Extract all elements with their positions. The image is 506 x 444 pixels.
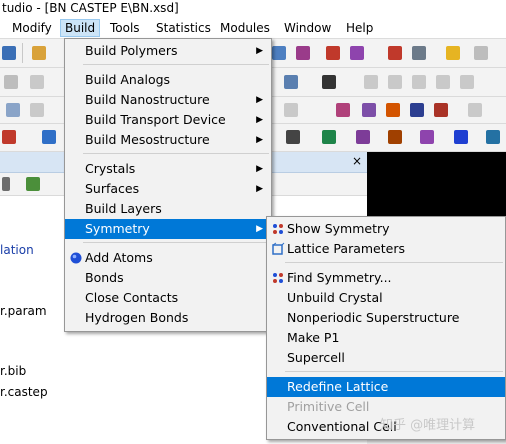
menu-item-build-polymers[interactable]: Build Polymers ▶ — [65, 41, 271, 61]
structure-viewport[interactable] — [367, 152, 506, 222]
build-menu: Build Polymers ▶ Build Analogs Build Nano… — [64, 38, 272, 332]
select-icon[interactable] — [364, 75, 378, 89]
edit-icon[interactable] — [30, 75, 44, 89]
menu-item-crystals[interactable]: Crystals ▶ — [65, 159, 271, 179]
menu-build[interactable]: Build — [60, 19, 101, 37]
menu-modules[interactable]: Modules — [216, 20, 274, 36]
analysis-icon[interactable] — [486, 130, 500, 144]
calc-icon[interactable] — [2, 130, 16, 144]
zoom-icon[interactable] — [272, 46, 286, 60]
menu-separator — [285, 371, 503, 372]
menu-item-supercell[interactable]: Supercell — [267, 348, 505, 368]
menu-separator — [83, 153, 269, 154]
measure-icon[interactable] — [460, 75, 474, 89]
menu-item-hydrogen-bonds[interactable]: Hydrogen Bonds — [65, 308, 271, 328]
menu-item-build-nanostructure[interactable]: Build Nanostructure ▶ — [65, 90, 271, 110]
menu-separator — [83, 242, 269, 243]
menu-item-symmetry[interactable]: Symmetry ▶ — [65, 219, 271, 239]
menu-item-redefine-lattice[interactable]: Redefine Lattice — [267, 377, 505, 397]
atom-tool-icon[interactable] — [6, 103, 20, 117]
search-icon[interactable] — [388, 75, 402, 89]
menu-item-make-p1[interactable]: Make P1 — [267, 328, 505, 348]
refresh-icon[interactable] — [474, 46, 488, 60]
cluster-icon[interactable] — [362, 103, 376, 117]
tree-item[interactable]: lation — [0, 243, 34, 257]
tree-item[interactable]: r.bib — [0, 364, 26, 378]
grid-icon[interactable] — [284, 75, 298, 89]
orbital-icon[interactable] — [386, 103, 400, 117]
translate-icon[interactable] — [412, 75, 426, 89]
menu-item-build-layers[interactable]: Build Layers — [65, 199, 271, 219]
symmetry-submenu: Show Symmetry Lattice Parameters Find Sy… — [266, 216, 506, 440]
back-icon[interactable] — [468, 103, 482, 117]
menu-item-unbuild-crystal[interactable]: Unbuild Crystal — [267, 288, 505, 308]
menu-item-build-transport-device[interactable]: Build Transport Device ▶ — [65, 110, 271, 130]
menu-item-close-contacts[interactable]: Close Contacts — [65, 288, 271, 308]
function-icon[interactable] — [322, 75, 336, 89]
rotate-icon[interactable] — [436, 75, 450, 89]
toolbar-separator — [22, 43, 23, 63]
menu-statistics[interactable]: Statistics — [152, 20, 215, 36]
menu-item-find-symmetry[interactable]: Find Symmetry... — [267, 268, 505, 288]
collapse-icon[interactable] — [2, 177, 10, 191]
gaussian-icon[interactable] — [286, 130, 300, 144]
reflex-icon[interactable] — [420, 130, 434, 144]
play-icon[interactable] — [4, 75, 18, 89]
move-icon[interactable] — [296, 46, 310, 60]
module-icon[interactable] — [42, 130, 56, 144]
book-icon[interactable] — [26, 177, 40, 191]
menu-window[interactable]: Window — [280, 20, 335, 36]
symmetry-icon — [271, 222, 285, 236]
menu-help[interactable]: Help — [342, 20, 377, 36]
settings-icon[interactable] — [412, 46, 426, 60]
menu-item-lattice-parameters[interactable]: Lattice Parameters — [267, 239, 505, 259]
menu-modify[interactable]: Modify — [8, 20, 56, 36]
menu-tools[interactable]: Tools — [106, 20, 144, 36]
menu-item-show-symmetry[interactable]: Show Symmetry — [267, 219, 505, 239]
center-icon[interactable] — [350, 46, 364, 60]
color-icon[interactable] — [434, 103, 448, 117]
tree-item[interactable]: r.castep — [0, 385, 48, 399]
menu-separator — [285, 262, 503, 263]
tree-item[interactable]: r.param — [0, 304, 47, 318]
sphere-icon[interactable] — [454, 130, 468, 144]
structure-icon[interactable] — [2, 46, 16, 60]
bond-tool-icon[interactable] — [30, 103, 44, 117]
title-bar: tudio - [BN CASTEP E\BN.xsd] — [0, 0, 506, 18]
folder-icon[interactable] — [32, 46, 46, 60]
menu-item-build-analogs[interactable]: Build Analogs — [65, 70, 271, 90]
pencil-icon[interactable] — [446, 46, 460, 60]
menu-item-surfaces[interactable]: Surfaces ▶ — [65, 179, 271, 199]
surface-icon[interactable] — [410, 103, 424, 117]
menu-item-nonperiodic-superstructure[interactable]: Nonperiodic Superstructure — [267, 308, 505, 328]
atom-icon — [69, 251, 83, 265]
menu-item-build-mesostructure[interactable]: Build Mesostructure ▶ — [65, 130, 271, 150]
lattice-icon — [271, 242, 285, 256]
window-title: tudio - [BN CASTEP E\BN.xsd] — [2, 1, 179, 15]
menu-item-bonds[interactable]: Bonds — [65, 268, 271, 288]
forcite-icon[interactable] — [388, 130, 402, 144]
dmol-icon[interactable] — [322, 130, 336, 144]
castep-icon[interactable] — [356, 130, 370, 144]
watermark: 知乎 @唯理计算 — [380, 418, 476, 433]
menu-bar: Modify Build Tools Statistics Modules Wi… — [0, 18, 506, 39]
fit-icon[interactable] — [388, 46, 402, 60]
undo-icon[interactable] — [284, 103, 298, 117]
menu-item-add-atoms[interactable]: Add Atoms — [65, 248, 271, 268]
molecule-icon[interactable] — [336, 103, 350, 117]
find-symmetry-icon — [271, 271, 285, 285]
close-icon[interactable]: × — [351, 155, 363, 167]
menu-separator — [83, 64, 269, 65]
home-icon[interactable] — [326, 46, 340, 60]
